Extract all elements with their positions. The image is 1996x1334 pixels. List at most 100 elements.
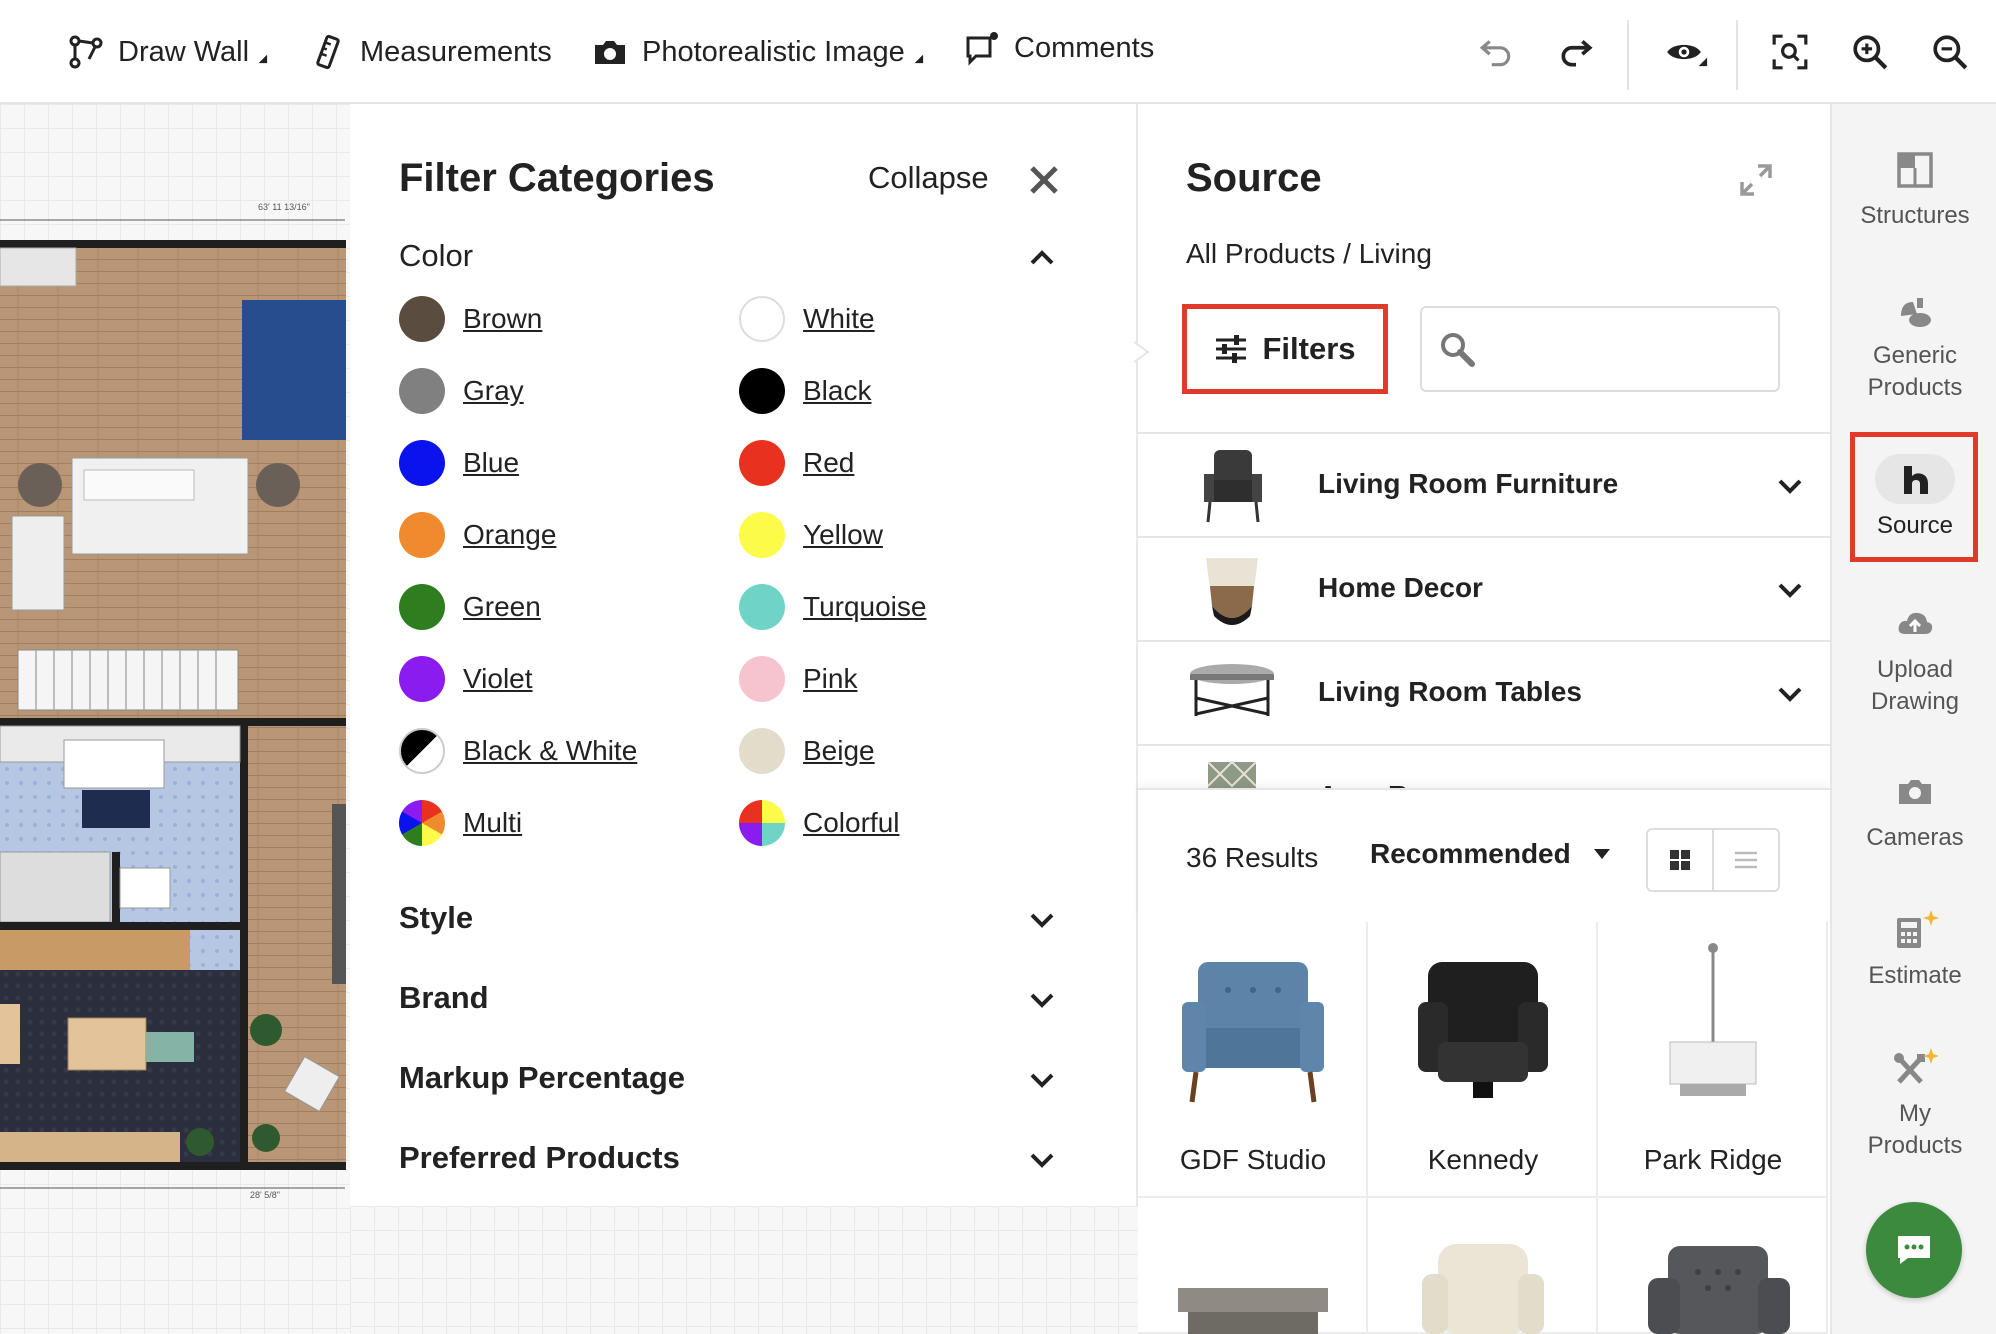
measurements-button[interactable]: Measurements	[310, 28, 552, 76]
color-option-yellow[interactable]: Yellow	[739, 512, 883, 558]
sidebar-label: Estimate	[1868, 962, 1962, 989]
expand-icon[interactable]	[1738, 162, 1774, 198]
color-label: Beige	[803, 735, 875, 766]
color-label: White	[803, 303, 875, 334]
category-row-living-room-furniture[interactable]: Living Room Furniture	[1138, 434, 1830, 538]
sort-dropdown[interactable]: Recommended	[1370, 838, 1611, 870]
color-option-green[interactable]: Green	[399, 584, 541, 630]
dimension-label-bottom: 28' 5/8"	[250, 1190, 280, 1200]
grid-icon	[1670, 850, 1690, 870]
section-header-preferred-products[interactable]: Preferred Products	[399, 1140, 680, 1176]
chevron-down-icon[interactable]	[1026, 1144, 1058, 1176]
category-row-area-rugs[interactable]: Area Rugs	[1138, 746, 1830, 788]
color-option-multi[interactable]: Multi	[399, 800, 522, 846]
toolbar-divider	[1736, 20, 1738, 90]
source-title: Source	[1186, 156, 1322, 200]
color-option-brown[interactable]: Brown	[399, 296, 542, 342]
color-option-pink[interactable]: Pink	[739, 656, 857, 702]
view-options-button[interactable]	[1658, 30, 1718, 74]
color-swatch	[399, 728, 445, 774]
zoom-out-icon	[1933, 35, 1968, 70]
category-row-living-room-tables[interactable]: Living Room Tables	[1138, 642, 1830, 746]
floorplan-canvas-bottom[interactable]	[350, 1206, 1138, 1334]
color-option-orange[interactable]: Orange	[399, 512, 556, 558]
draw-wall-label: Draw Wall	[118, 35, 250, 68]
color-label: Brown	[463, 303, 543, 334]
comment-icon	[966, 32, 998, 66]
redo-button[interactable]	[1554, 30, 1598, 74]
chevron-down-icon[interactable]	[1026, 1064, 1058, 1096]
sidebar-item-my-products[interactable]: My Products	[1832, 1048, 1996, 1162]
category-row-home-decor[interactable]: Home Decor	[1138, 538, 1830, 642]
color-label: Gray	[463, 375, 524, 406]
photorealistic-dropdown-icon	[914, 54, 928, 68]
product-card[interactable]	[1368, 1198, 1598, 1334]
close-icon[interactable]	[1026, 162, 1062, 198]
product-card[interactable]	[1598, 1198, 1828, 1334]
chat-icon	[1898, 1236, 1930, 1264]
caret-down-icon	[1593, 849, 1610, 859]
color-section-header[interactable]: Color	[399, 238, 473, 274]
color-option-red[interactable]: Red	[739, 440, 854, 486]
section-header-brand[interactable]: Brand	[399, 980, 489, 1016]
undo-button[interactable]	[1474, 30, 1518, 74]
color-option-black[interactable]: Black	[739, 368, 871, 414]
sidebar-item-structures[interactable]: Structures	[1832, 150, 1996, 232]
color-label: Colorful	[803, 807, 900, 838]
draw-wall-button[interactable]: Draw Wall	[68, 28, 272, 76]
zoom-out-button[interactable]	[1928, 30, 1972, 74]
sidebar-item-upload-drawing[interactable]: Upload Drawing	[1832, 604, 1996, 718]
chat-button[interactable]	[1866, 1202, 1962, 1298]
breadcrumb[interactable]: All Products / Living	[1186, 238, 1432, 270]
chevron-down-icon	[1778, 687, 1802, 702]
product-card[interactable]: Kennedy	[1368, 922, 1598, 1198]
product-card[interactable]	[1138, 1198, 1368, 1334]
color-label: Turquoise	[803, 591, 927, 622]
collapse-button[interactable]: Collapse	[868, 160, 989, 196]
chevron-down-icon[interactable]	[1026, 984, 1058, 1016]
product-card[interactable]: Park Ridge	[1598, 922, 1828, 1198]
section-header-markup-percentage[interactable]: Markup Percentage	[399, 1060, 685, 1096]
source-panel: Source All Products / Living Filters Liv…	[1138, 104, 1830, 1334]
floorplan-drawing	[0, 219, 346, 1189]
sidebar-item-estimate[interactable]: Estimate	[1832, 910, 1996, 992]
color-option-gray[interactable]: Gray	[399, 368, 524, 414]
product-image-gray-tufted-chair	[1648, 1246, 1790, 1334]
color-option-blue[interactable]: Blue	[399, 440, 519, 486]
grid-view-button[interactable]	[1648, 830, 1712, 890]
undo-icon	[1479, 40, 1511, 67]
sidebar-item-generic-products[interactable]: Generic Products	[1832, 290, 1996, 404]
sidebar-item-cameras[interactable]: Cameras	[1832, 772, 1996, 854]
color-label: Violet	[463, 663, 533, 694]
color-label: Pink	[803, 663, 858, 694]
zoom-in-button[interactable]	[1848, 30, 1892, 74]
ruler-icon	[316, 34, 340, 70]
color-swatch	[399, 584, 445, 630]
color-swatch	[399, 368, 445, 414]
color-label: Multi	[463, 807, 523, 838]
color-option-white[interactable]: White	[739, 296, 875, 342]
list-view-button[interactable]	[1712, 830, 1778, 890]
color-option-colorful[interactable]: Colorful	[739, 800, 899, 846]
color-option-turquoise[interactable]: Turquoise	[739, 584, 926, 630]
chevron-down-icon[interactable]	[1026, 904, 1058, 936]
fit-to-screen-button[interactable]	[1768, 30, 1812, 74]
panel-pointer-icon	[1133, 341, 1150, 363]
search-input[interactable]	[1492, 318, 1762, 380]
camera-icon	[1899, 780, 1931, 804]
floorplan-canvas[interactable]: 63' 11 13/16" 28' 5/8"	[0, 104, 350, 1334]
filters-label: Filters	[1262, 331, 1356, 366]
color-option-violet[interactable]: Violet	[399, 656, 533, 702]
chevron-up-icon[interactable]	[1026, 242, 1058, 274]
product-card[interactable]: GDF Studio	[1138, 922, 1368, 1198]
color-option-beige[interactable]: Beige	[739, 728, 875, 774]
photorealistic-image-button[interactable]: Photorealistic Image	[592, 28, 928, 76]
upload-cloud-icon	[1898, 612, 1933, 634]
filter-panel-title: Filter Categories	[399, 156, 715, 200]
results-count: 36 Results	[1186, 842, 1319, 873]
section-header-style[interactable]: Style	[399, 900, 473, 936]
color-option-black-white[interactable]: Black & White	[399, 728, 637, 774]
sliders-icon	[1216, 335, 1247, 363]
filters-button[interactable]: Filters	[1182, 304, 1388, 394]
comments-button[interactable]: Comments	[964, 24, 1154, 72]
